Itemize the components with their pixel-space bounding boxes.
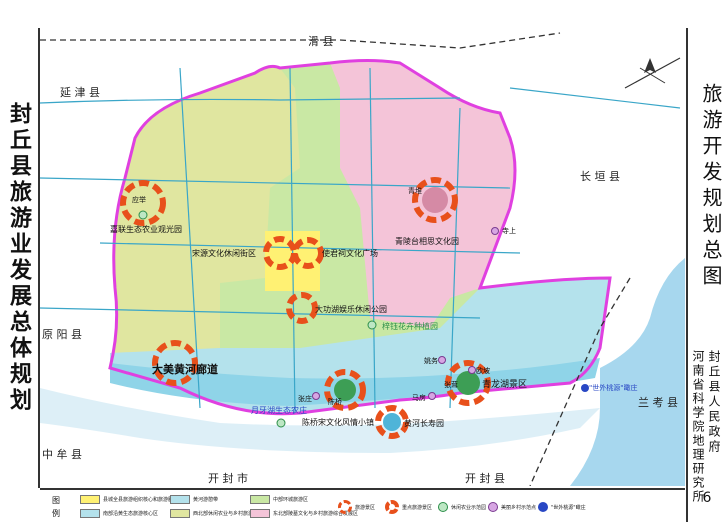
place-shizhuang: 欧坡 [476, 367, 490, 375]
label-yueya-village: 月牙湖生态农庄 [251, 406, 307, 415]
yueya-icon [276, 418, 286, 428]
left-title-panel: 封丘县旅游业发展总体规划 [0, 28, 40, 488]
right-title-panel: 旅游开发规划总图 封丘县人民政府 河南省科学院地理研究所 6 [686, 28, 724, 522]
legend-swatch-central [250, 495, 270, 504]
legend-item-river: 黄河游憩带 [170, 495, 218, 504]
legend-label-village: 美丽乡村示范点 [501, 504, 537, 511]
main-title: 封丘县旅游业发展总体规划 [6, 102, 32, 414]
qingdui-fill [422, 187, 448, 213]
neighbor-northwest: 延 津 县 [60, 86, 100, 99]
legend-label-south: 南部沿黄生态旅游核心区 [103, 511, 159, 517]
legend-dot-agri [438, 502, 448, 512]
neighbor-southeast: 兰 考 县 [638, 396, 678, 409]
legend-swatch-core [80, 495, 100, 504]
label-longevity-park: 黄河长寿园 [404, 419, 444, 428]
label-qingling-garden: 青陵台相思文化园 [395, 237, 459, 246]
legend-item-village: 美丽乡村示范点 [488, 502, 536, 512]
legend-swatch-river [170, 495, 190, 504]
legend-item-central: 中部环城旅游区 [250, 495, 308, 504]
label-shijun-plaza: 使君祠文化广场 [322, 249, 378, 258]
legend: 图 例 县城全县旅游组织核心和旅游服务中心 黄河游憩带 中部环城旅游区 南部沿黄… [40, 488, 685, 524]
map-sheet: 封丘县旅游业发展总体规划 滑 县 延 津 县 长 垣 县 原 阳 县 中 牟 县… [0, 0, 724, 524]
place-mafang: 马房 [412, 394, 426, 402]
flower-base-icon [367, 320, 377, 330]
legend-ring-key-scenic [385, 500, 399, 514]
place-chenqiao: 陈桥 [328, 398, 342, 406]
place-yaowu: 姚务 [424, 357, 438, 365]
label-chenqiao-town: 陈桥宋文化风情小镇 [302, 418, 374, 427]
label-eco-park: 嘉联生态农业观光园 [110, 225, 182, 234]
neighbor-south-left: 开 封 市 [208, 472, 248, 485]
legend-label-agri: 休闲农业示范园 [451, 504, 487, 511]
legend-item-world: "世外桃源"瞰庄 [538, 502, 586, 512]
place-siji: 寺上 [502, 227, 516, 235]
legend-item-scenic: 旅游景区 [338, 500, 375, 514]
legend-item-key-scenic: 重点旅游景区 [385, 500, 432, 514]
label-flower-base: 梓钰花卉种植园 [382, 322, 438, 331]
neighbor-west: 原 阳 县 [42, 328, 82, 341]
neighbor-north: 滑 县 [308, 35, 334, 48]
village-icon-3 [312, 392, 320, 400]
legend-label-river: 黄河游憩带 [193, 497, 219, 503]
village-icon-4 [428, 392, 436, 400]
legend-label-central: 中部环城旅游区 [273, 497, 309, 503]
label-qinglong-lake: 青龙湖景区 [482, 380, 528, 390]
label-world-longevity: "世外桃源"瞰庄 [589, 384, 638, 392]
label-huanghe-corridor: 大美黄河廊道 [152, 363, 218, 376]
village-icon-1 [438, 356, 446, 364]
legend-label-key-scenic: 重点旅游景区 [402, 504, 433, 511]
tourism-map: 滑 县 延 津 县 长 垣 县 原 阳 县 中 牟 县 开 封 市 开 封 县 … [39, 28, 685, 487]
legend-label-world: "世外桃源"瞰庄 [551, 504, 586, 511]
legend-swatch-northeast [250, 509, 270, 518]
legend-ring-scenic [338, 500, 352, 514]
village-icon-5 [491, 227, 499, 235]
plan-title: 旅游开发规划总图 [699, 83, 723, 291]
legend-item-agri: 休闲农业示范园 [438, 502, 486, 512]
place-yingju: 应举 [132, 196, 146, 204]
place-qingdui: 青堆 [408, 187, 422, 195]
page-number: 6 [702, 490, 712, 506]
legend-dot-world [538, 502, 548, 512]
legend-label-scenic: 旅游景区 [355, 504, 376, 511]
place-zhangzhuang2: 张茸 [444, 381, 458, 389]
org-government: 封丘县人民政府 [707, 350, 721, 455]
world-longevity-icon [581, 384, 589, 392]
legend-swatch-northwest [170, 509, 190, 518]
neighbor-south-right: 开 封 县 [465, 472, 505, 485]
legend-dot-village [488, 502, 498, 512]
label-dagong-park: 大功湖娱乐休闲公园 [315, 305, 387, 314]
neighbor-southwest: 中 牟 县 [42, 448, 82, 461]
legend-swatch-south [80, 509, 100, 518]
label-song-street: 宋源文化休闲街区 [192, 249, 256, 258]
legend-item-south: 南部沿黄生态旅游核心区 [80, 509, 158, 518]
place-zhangzhuang: 张庄 [298, 395, 312, 403]
village-icon-2 [468, 366, 476, 374]
neighbor-east: 长 垣 县 [580, 170, 620, 183]
legend-title: 图 例 [52, 496, 60, 518]
longevity-fill [383, 413, 401, 431]
eco-park-icon [138, 210, 148, 220]
top-margin [0, 0, 724, 28]
org-institute: 河南省科学院地理研究所 [691, 350, 705, 504]
